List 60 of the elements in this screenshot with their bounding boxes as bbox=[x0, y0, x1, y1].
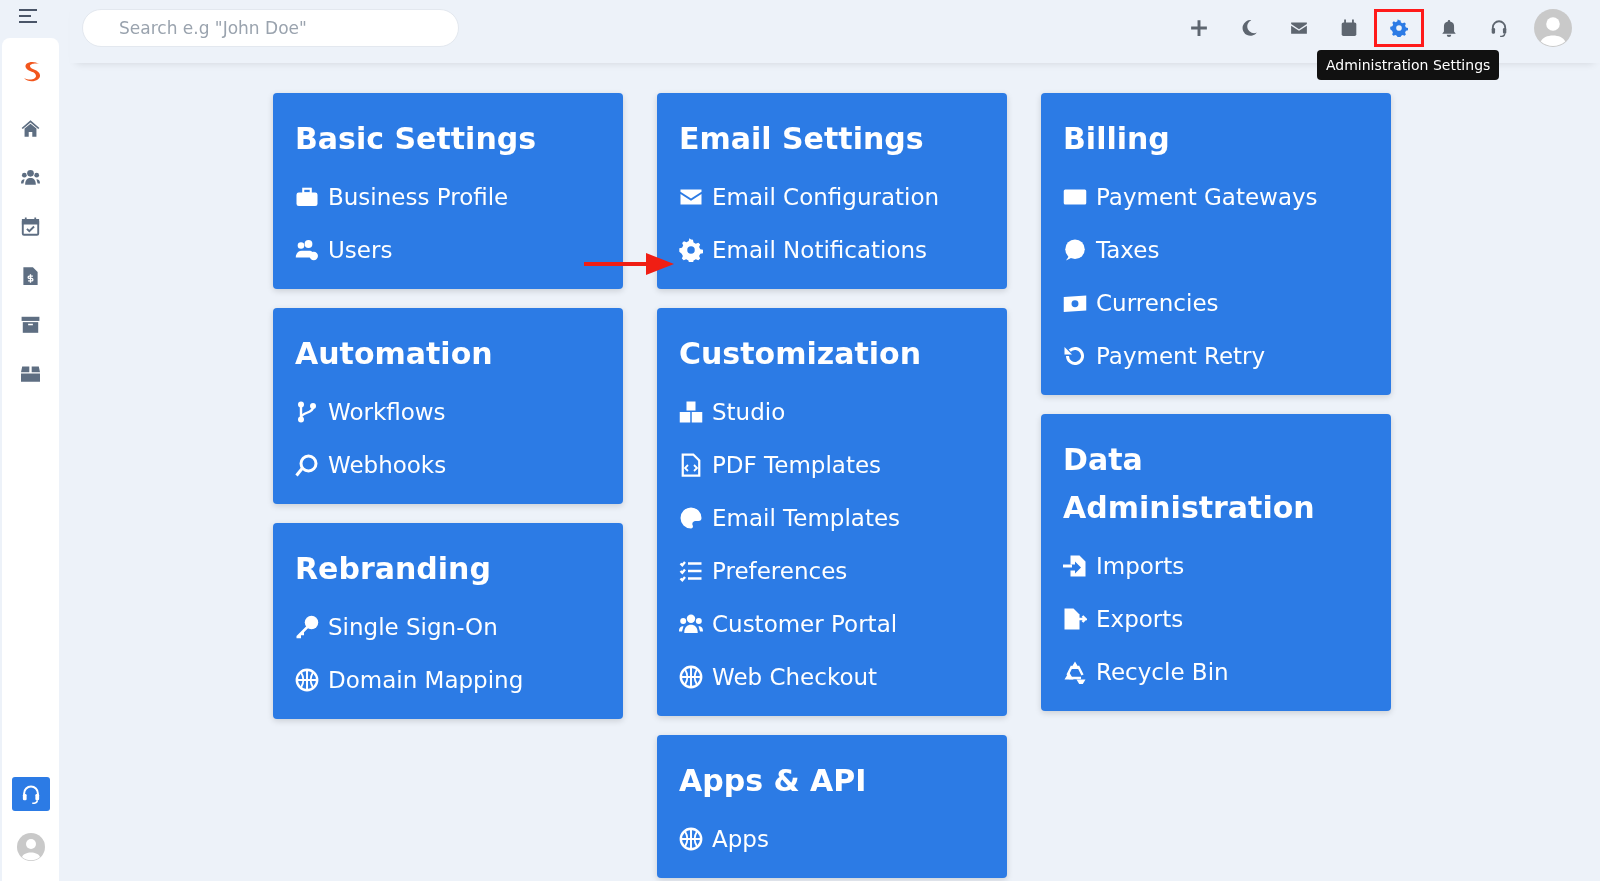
globe-icon bbox=[295, 667, 319, 692]
settings-link[interactable]: Email Configuration bbox=[679, 170, 985, 223]
tooltip: Administration Settings bbox=[1317, 50, 1500, 80]
home-icon[interactable] bbox=[21, 119, 40, 138]
archive-icon[interactable] bbox=[21, 315, 40, 334]
gear-icon bbox=[679, 237, 703, 262]
settings-link[interactable]: Single Sign-On bbox=[295, 600, 601, 653]
settings-link[interactable]: Business Profile bbox=[295, 170, 601, 223]
palette-icon bbox=[679, 505, 703, 530]
settings-link[interactable]: Email Notifications bbox=[679, 223, 985, 276]
settings-link[interactable]: Preferences bbox=[679, 544, 985, 597]
file-export-icon bbox=[1063, 606, 1087, 631]
users-gear-icon bbox=[295, 237, 319, 262]
globe-icon bbox=[679, 664, 703, 689]
headset-icon bbox=[1490, 18, 1508, 37]
branch-icon bbox=[295, 399, 319, 424]
settings-link[interactable]: Email Templates bbox=[679, 491, 985, 544]
plus-icon bbox=[1190, 18, 1208, 37]
settings-link[interactable]: Taxes bbox=[1063, 223, 1369, 276]
settings-link[interactable]: Customer Portal bbox=[679, 597, 985, 650]
settings-link[interactable]: Users bbox=[295, 223, 601, 276]
settings-link[interactable]: Currencies bbox=[1063, 276, 1369, 329]
card-title: Data Administration bbox=[1063, 441, 1316, 527]
settings-link[interactable]: Webhooks bbox=[295, 438, 601, 491]
card-title: Basic Settings bbox=[295, 120, 538, 158]
users-icon[interactable] bbox=[21, 168, 40, 187]
blocks-icon bbox=[679, 399, 703, 424]
gear-button[interactable] bbox=[1374, 8, 1424, 47]
card-title: Email Settings bbox=[679, 120, 925, 158]
file-import-icon bbox=[1063, 553, 1087, 578]
settings-link[interactable]: Imports bbox=[1063, 539, 1369, 592]
calendar-check-icon[interactable] bbox=[21, 217, 40, 236]
card-title: Automation bbox=[295, 335, 494, 373]
headset-icon bbox=[20, 784, 41, 804]
key-icon bbox=[295, 614, 319, 639]
box-icon[interactable] bbox=[21, 364, 40, 383]
settings-link[interactable]: Payment Retry bbox=[1063, 329, 1369, 382]
settings-link[interactable]: Web Checkout bbox=[679, 650, 985, 703]
support-button[interactable] bbox=[11, 777, 50, 811]
settings-link[interactable]: Domain Mapping bbox=[295, 653, 601, 706]
card-title: Customization bbox=[679, 335, 923, 373]
settings-link[interactable]: Apps bbox=[679, 812, 985, 865]
settings-link[interactable]: Exports bbox=[1063, 592, 1369, 645]
settings-link[interactable]: Studio bbox=[679, 385, 985, 438]
bell-icon bbox=[1440, 18, 1458, 37]
card-title: Rebranding bbox=[295, 550, 492, 588]
menu-icon[interactable] bbox=[18, 8, 38, 24]
file-code-icon bbox=[679, 452, 703, 477]
invoice-icon[interactable] bbox=[21, 266, 40, 285]
card-title: Billing bbox=[1063, 120, 1171, 158]
calendar-icon bbox=[1340, 18, 1358, 37]
settings-link[interactable]: PDF Templates bbox=[679, 438, 985, 491]
moon-icon bbox=[1240, 18, 1258, 37]
globe-icon bbox=[679, 826, 703, 851]
settings-link[interactable]: Payment Gateways bbox=[1063, 170, 1369, 223]
card-title: Apps & API bbox=[679, 762, 868, 800]
gear-icon bbox=[1390, 18, 1408, 37]
settings-link[interactable]: Recycle Bin bbox=[1063, 645, 1369, 698]
settings-link[interactable]: Workflows bbox=[295, 385, 601, 438]
search-field[interactable]: Search e.g "John Doe" bbox=[82, 8, 459, 47]
